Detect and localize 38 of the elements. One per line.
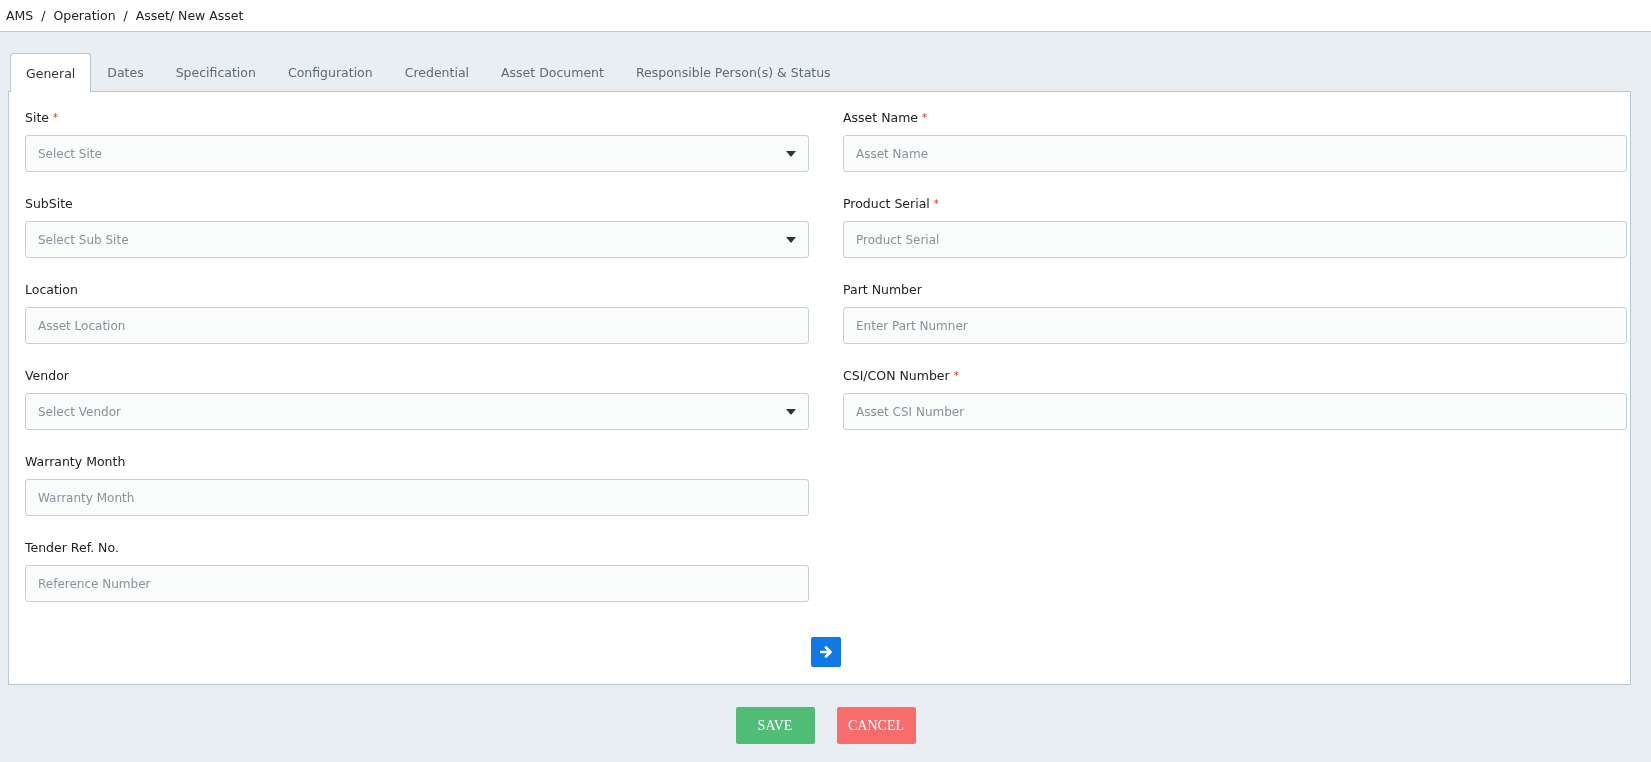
- next-button[interactable]: [811, 637, 841, 667]
- field-label: Asset Name: [843, 110, 919, 125]
- input-field[interactable]: Asset Location: [25, 307, 809, 344]
- tab[interactable]: General: [10, 53, 92, 92]
- required-asterisk: *: [953, 370, 959, 381]
- input-field[interactable]: Product Serial: [843, 221, 1627, 258]
- tab[interactable]: Responsible Person(s) & Status: [619, 53, 847, 91]
- field-label: Tender Ref. No.: [25, 540, 119, 555]
- field-label: Location: [25, 282, 78, 297]
- breadcrumb: AMS / Operation / Asset/ New Asset: [6, 8, 244, 23]
- tab[interactable]: Dates: [91, 53, 160, 91]
- field-label: CSI/CON Number: [843, 368, 950, 383]
- required-asterisk: *: [933, 198, 939, 209]
- input-field[interactable]: Asset Name: [843, 135, 1627, 172]
- tab[interactable]: Configuration: [271, 53, 389, 91]
- required-asterisk: *: [922, 112, 928, 123]
- input-field[interactable]: Enter Part Numner: [843, 307, 1627, 344]
- caret-icon: [786, 408, 796, 415]
- field-label: Vendor: [25, 368, 69, 383]
- required-asterisk: *: [53, 112, 58, 123]
- field-label: Site: [25, 110, 49, 125]
- field-label: SubSite: [25, 196, 73, 211]
- select-field[interactable]: Select Site: [25, 135, 809, 172]
- field-label: Part Number: [843, 282, 922, 297]
- field-label: Warranty Month: [25, 454, 126, 469]
- input-field[interactable]: Asset CSI Number: [843, 393, 1627, 430]
- caret-icon: [786, 236, 796, 243]
- tab[interactable]: Asset Document: [485, 53, 620, 91]
- tab[interactable]: Specification: [159, 53, 272, 91]
- caret-icon: [786, 150, 796, 157]
- input-field[interactable]: Reference Number: [25, 565, 809, 602]
- input-field[interactable]: Warranty Month: [25, 479, 809, 516]
- select-field[interactable]: Select Vendor: [25, 393, 809, 430]
- select-field[interactable]: Select Sub Site: [25, 221, 809, 258]
- cancel-button[interactable]: CANCEL: [836, 707, 916, 744]
- field-label: Product Serial: [843, 196, 930, 211]
- arrow-right-icon: [819, 646, 833, 658]
- tab[interactable]: Credential: [388, 53, 486, 91]
